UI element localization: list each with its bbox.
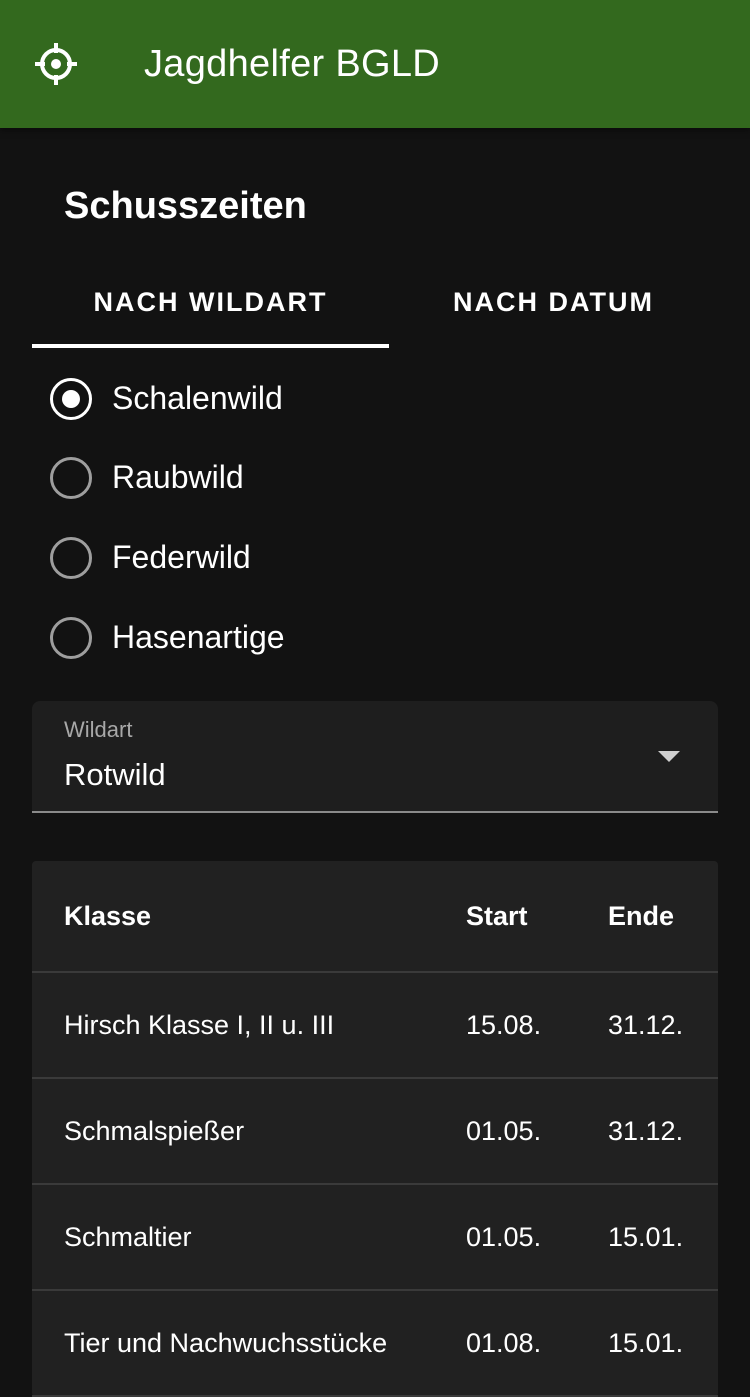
radio-label: Federwild — [112, 539, 251, 575]
table-row: Schmaltier 01.05. 15.01. — [32, 1185, 718, 1291]
schusszeiten-table: Klasse Start Ende Hirsch Klasse I, II u.… — [32, 861, 718, 1397]
table-row: Hirsch Klasse I, II u. III 15.08. 31.12. — [32, 973, 718, 1079]
cell-klasse: Schmalspießer — [64, 1115, 245, 1146]
radio-label: Raubwild — [112, 459, 244, 495]
cell-klasse: Tier und Nachwuchsstücke — [64, 1327, 388, 1358]
radio-checked-icon[interactable] — [50, 378, 92, 420]
cell-ende: 15.01. — [608, 1221, 684, 1252]
column-header-start[interactable]: Start — [466, 861, 528, 971]
table-row: Tier und Nachwuchsstücke 01.08. 15.01. — [32, 1291, 718, 1397]
cell-ende: 31.12. — [608, 1115, 684, 1146]
radio-unchecked-icon[interactable] — [50, 537, 92, 579]
tab-nach-datum[interactable]: NACH DATUM — [375, 256, 732, 348]
table-header-row: Klasse Start Ende — [32, 861, 718, 973]
radio-label: Schalenwild — [112, 380, 283, 416]
radio-label: Hasenartige — [112, 619, 285, 655]
cell-start: 01.05. — [466, 1115, 542, 1146]
tab-nach-wildart[interactable]: NACH WILDART — [32, 256, 389, 348]
table-row: Schmalspießer 01.05. 31.12. — [32, 1079, 718, 1185]
cell-klasse: Hirsch Klasse I, II u. III — [64, 1009, 335, 1040]
wildart-select[interactable]: Wildart Rotwild — [32, 701, 718, 813]
wildart-select-label: Wildart — [64, 717, 133, 742]
column-header-klasse[interactable]: Klasse — [64, 861, 151, 971]
app-title: Jagdhelfer BGLD — [144, 43, 440, 85]
radio-unchecked-icon[interactable] — [50, 617, 92, 659]
radio-unchecked-icon[interactable] — [50, 457, 92, 499]
app-bar: Jagdhelfer BGLD — [0, 0, 750, 128]
cell-start: 01.05. — [466, 1221, 542, 1252]
cell-start: 01.08. — [466, 1327, 542, 1358]
cell-ende: 31.12. — [608, 1009, 684, 1040]
cell-klasse: Schmaltier — [64, 1221, 192, 1252]
dropdown-arrow-icon[interactable] — [658, 751, 680, 762]
wildart-select-value: Rotwild — [64, 757, 166, 792]
tab-bar: NACH WILDART NACH DATUM — [32, 256, 718, 348]
cell-ende: 15.01. — [608, 1327, 684, 1358]
tab-indicator — [32, 344, 389, 348]
page-title: Schusszeiten — [64, 185, 307, 227]
column-header-ende[interactable]: Ende — [608, 861, 674, 971]
cell-start: 15.08. — [466, 1009, 542, 1040]
crosshair-icon[interactable] — [32, 40, 80, 88]
